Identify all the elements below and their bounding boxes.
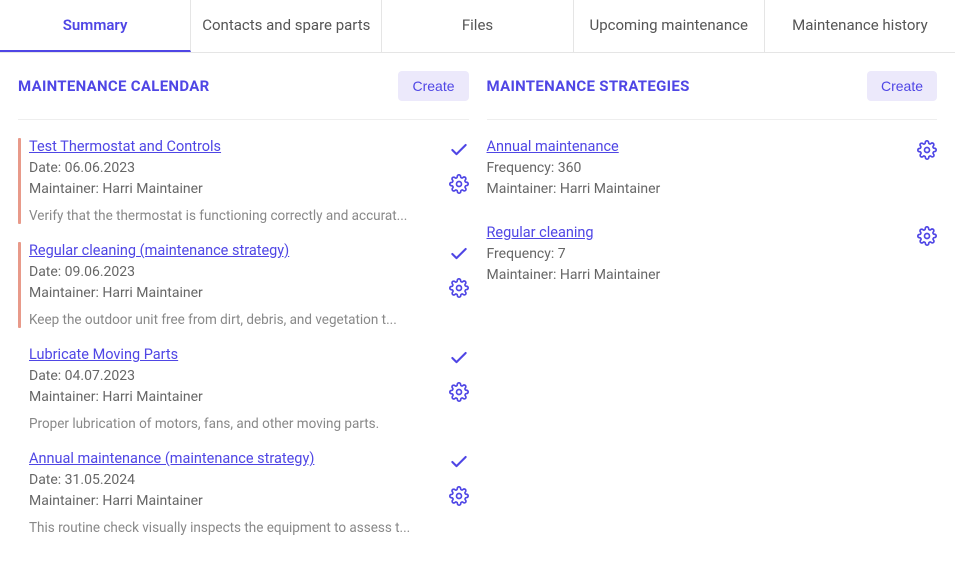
calendar-item: Test Thermostat and Controls Date: 06.06…: [18, 138, 469, 224]
strategy-item-body: Annual maintenance Frequency: 360 Mainta…: [487, 138, 908, 200]
tabs-bar: Summary Contacts and spare parts Files U…: [0, 0, 955, 53]
calendar-item: Annual maintenance (maintenance strategy…: [18, 450, 469, 536]
check-icon[interactable]: [449, 348, 469, 368]
calendar-item-actions: [439, 138, 469, 224]
strategies-column: MAINTENANCE STRATEGIES Create Annual mai…: [487, 71, 938, 554]
calendar-item-maintainer: Maintainer: Harri Maintainer: [29, 491, 439, 512]
tab-maintenance-history[interactable]: Maintenance history: [765, 0, 955, 52]
calendar-item-date: Date: 06.06.2023: [29, 158, 439, 179]
accent-bar: [18, 450, 21, 536]
tab-contacts-spare-parts[interactable]: Contacts and spare parts: [191, 0, 382, 52]
calendar-create-button[interactable]: Create: [398, 71, 468, 101]
gear-icon[interactable]: [449, 278, 469, 298]
calendar-item-actions: [439, 346, 469, 432]
strategy-item-body: Regular cleaning Frequency: 7 Maintainer…: [487, 224, 908, 286]
calendar-item-link[interactable]: Annual maintenance (maintenance strategy…: [29, 450, 314, 467]
gear-icon[interactable]: [449, 382, 469, 402]
tab-summary[interactable]: Summary: [0, 0, 191, 52]
strategy-item-frequency: Frequency: 360: [487, 158, 908, 179]
calendar-item-date: Date: 09.06.2023: [29, 262, 439, 283]
check-icon[interactable]: [449, 140, 469, 160]
check-icon[interactable]: [449, 244, 469, 264]
accent-bar: [18, 242, 21, 328]
accent-bar: [18, 346, 21, 432]
calendar-item: Regular cleaning (maintenance strategy) …: [18, 242, 469, 328]
strategy-item-maintainer: Maintainer: Harri Maintainer: [487, 179, 908, 200]
calendar-item-body: Annual maintenance (maintenance strategy…: [29, 450, 439, 536]
check-icon[interactable]: [449, 452, 469, 472]
calendar-item-link[interactable]: Test Thermostat and Controls: [29, 138, 221, 155]
calendar-item-desc: Verify that the thermostat is functionin…: [29, 208, 439, 224]
strategy-item: Annual maintenance Frequency: 360 Mainta…: [487, 138, 938, 200]
gear-icon[interactable]: [449, 174, 469, 194]
calendar-item-maintainer: Maintainer: Harri Maintainer: [29, 283, 439, 304]
calendar-column: MAINTENANCE CALENDAR Create Test Thermos…: [18, 71, 469, 554]
calendar-item-desc: This routine check visually inspects the…: [29, 520, 439, 536]
strategy-item-actions: [907, 224, 937, 286]
gear-icon[interactable]: [917, 226, 937, 246]
calendar-item-link[interactable]: Regular cleaning (maintenance strategy): [29, 242, 289, 259]
calendar-item-link[interactable]: Lubricate Moving Parts: [29, 346, 178, 363]
strategies-header: MAINTENANCE STRATEGIES Create: [487, 71, 938, 120]
calendar-item-desc: Keep the outdoor unit free from dirt, de…: [29, 312, 439, 328]
strategy-item-frequency: Frequency: 7: [487, 244, 908, 265]
calendar-item-date: Date: 04.07.2023: [29, 366, 439, 387]
strategies-create-button[interactable]: Create: [867, 71, 937, 101]
calendar-title: MAINTENANCE CALENDAR: [18, 77, 210, 95]
gear-icon[interactable]: [449, 486, 469, 506]
strategy-item-link[interactable]: Annual maintenance: [487, 138, 619, 155]
calendar-item-desc: Proper lubrication of motors, fans, and …: [29, 416, 439, 432]
calendar-item-actions: [439, 242, 469, 328]
strategy-item-actions: [907, 138, 937, 200]
tab-files[interactable]: Files: [382, 0, 573, 52]
content-area: MAINTENANCE CALENDAR Create Test Thermos…: [0, 53, 955, 554]
calendar-item-body: Test Thermostat and Controls Date: 06.06…: [29, 138, 439, 224]
tab-upcoming-maintenance[interactable]: Upcoming maintenance: [574, 0, 765, 52]
strategy-item: Regular cleaning Frequency: 7 Maintainer…: [487, 224, 938, 286]
calendar-item-maintainer: Maintainer: Harri Maintainer: [29, 179, 439, 200]
calendar-item-maintainer: Maintainer: Harri Maintainer: [29, 387, 439, 408]
gear-icon[interactable]: [917, 140, 937, 160]
calendar-item-body: Lubricate Moving Parts Date: 04.07.2023 …: [29, 346, 439, 432]
calendar-header: MAINTENANCE CALENDAR Create: [18, 71, 469, 120]
strategy-item-link[interactable]: Regular cleaning: [487, 224, 594, 241]
accent-bar: [18, 138, 21, 224]
calendar-item: Lubricate Moving Parts Date: 04.07.2023 …: [18, 346, 469, 432]
strategy-item-maintainer: Maintainer: Harri Maintainer: [487, 265, 908, 286]
strategies-title: MAINTENANCE STRATEGIES: [487, 77, 690, 95]
calendar-item-actions: [439, 450, 469, 536]
calendar-item-date: Date: 31.05.2024: [29, 470, 439, 491]
calendar-item-body: Regular cleaning (maintenance strategy) …: [29, 242, 439, 328]
